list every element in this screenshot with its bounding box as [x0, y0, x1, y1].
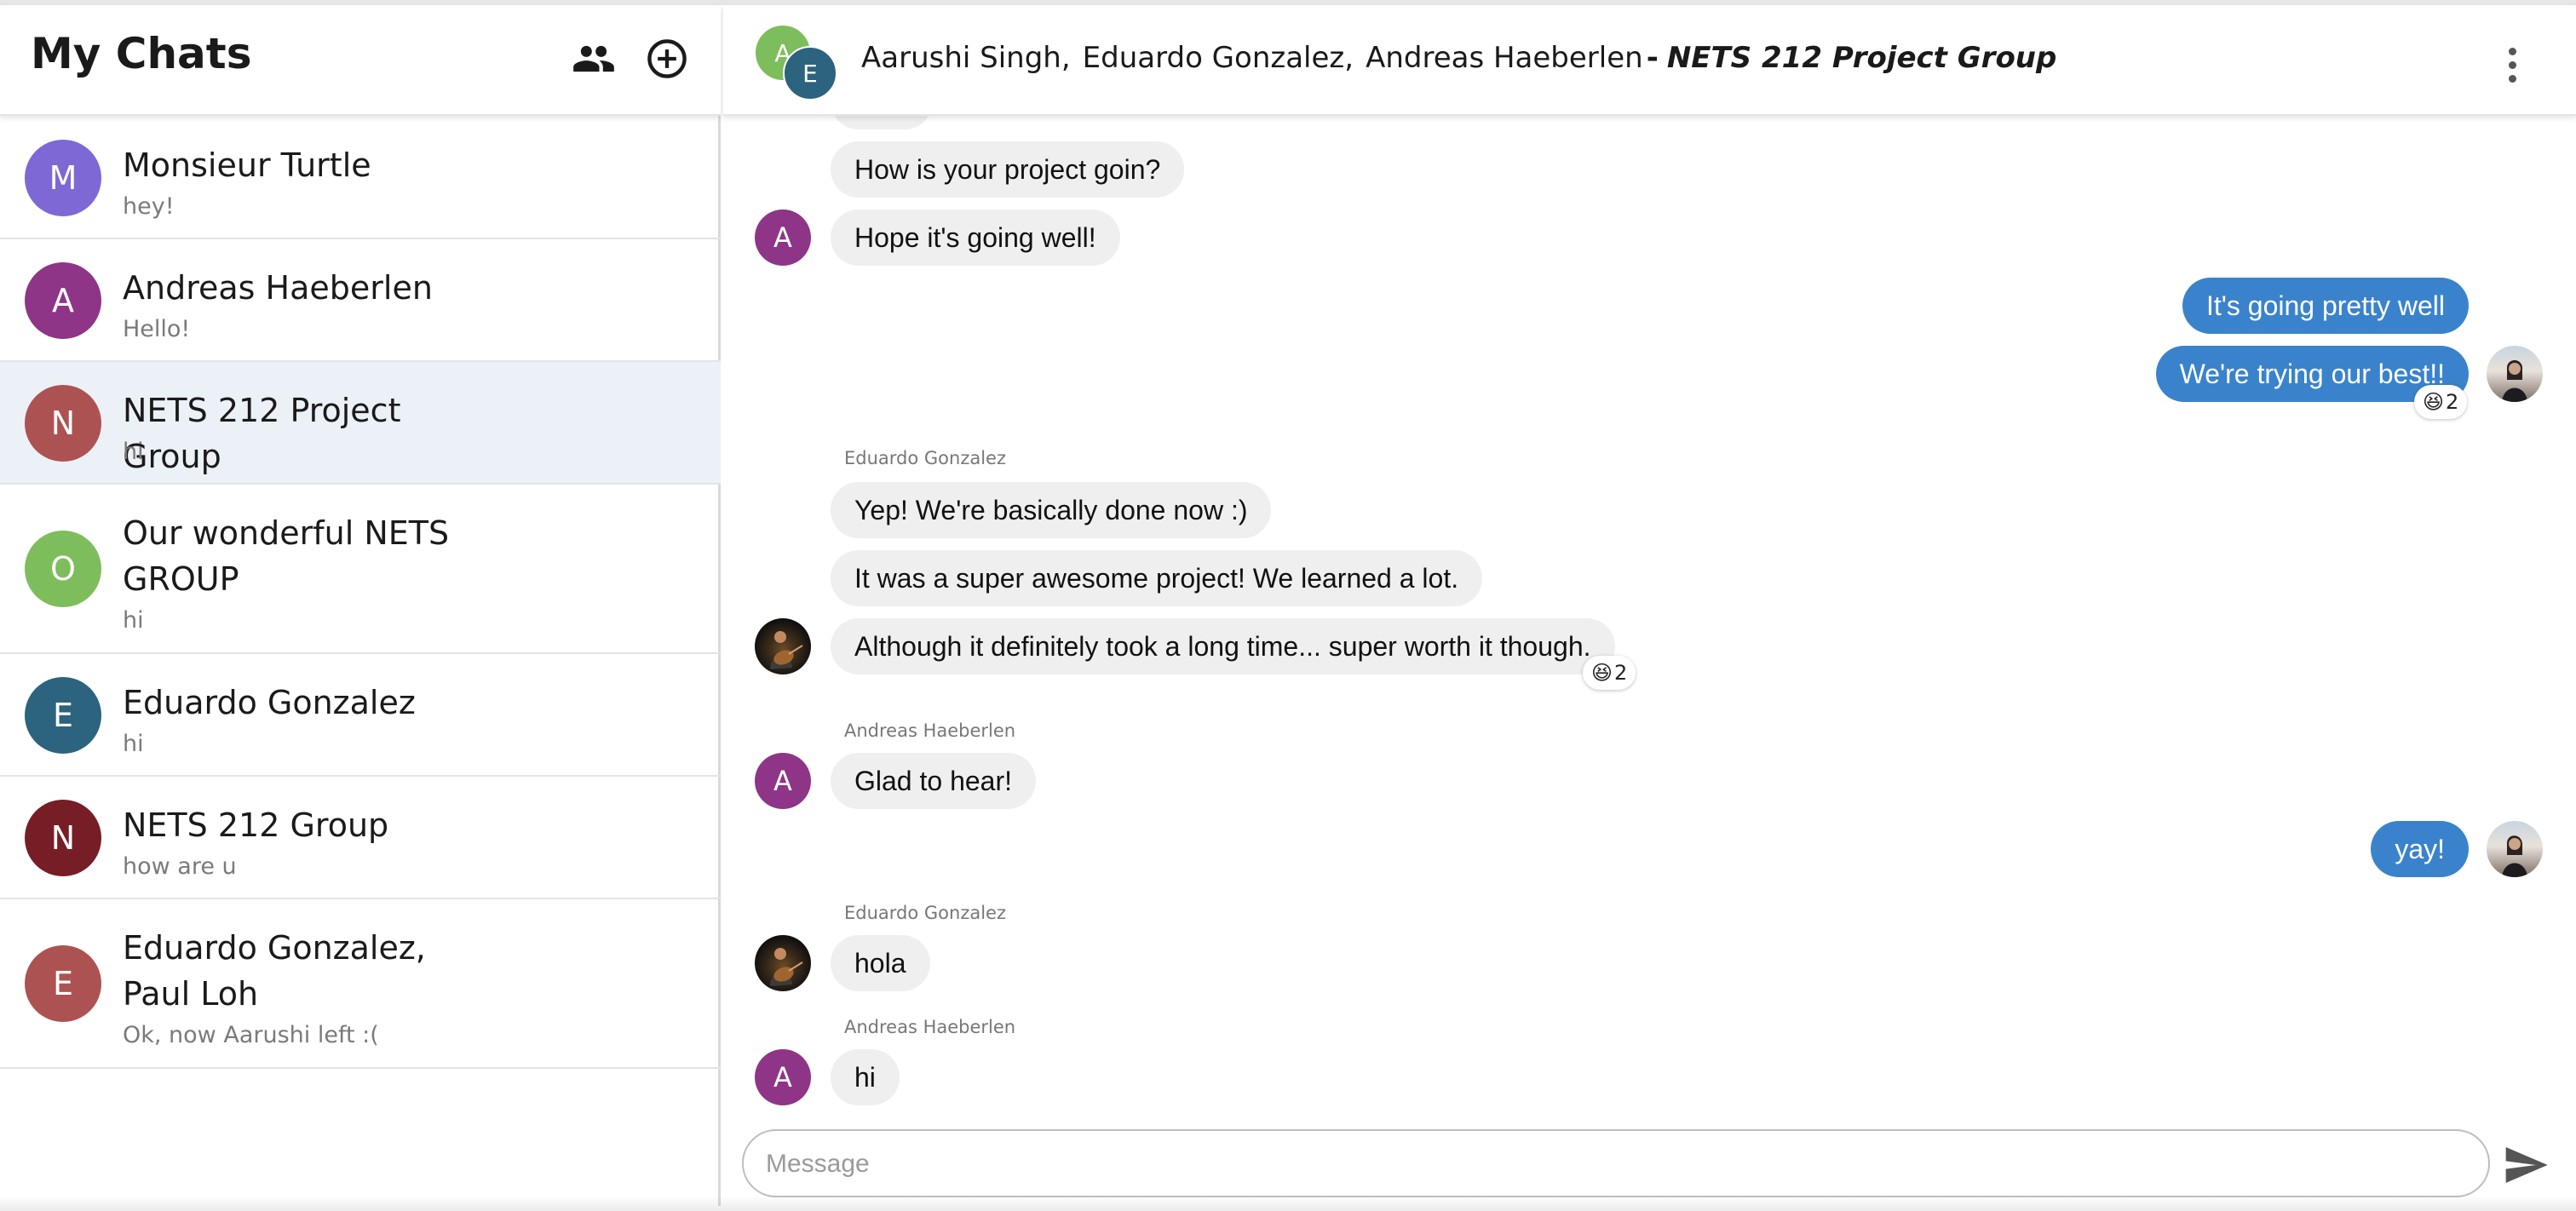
avatar: A: [755, 1049, 811, 1105]
sidebar-header: My Chats: [0, 5, 721, 116]
chat-item-eduardo-gonzalez[interactable]: E Eduardo Gonzalez hi: [0, 654, 721, 777]
message-bubble: hola: [831, 935, 930, 991]
chat-preview: hi: [123, 439, 144, 465]
people-icon[interactable]: [571, 36, 617, 82]
chat-name: Andreas Haeberlen: [123, 269, 433, 307]
chat-name: NETS 212 Group: [123, 806, 389, 844]
chat-preview: hey!: [123, 193, 175, 220]
message-bubble: Glad to hear!: [831, 753, 1036, 809]
reaction-badge[interactable]: 😆 2: [2414, 385, 2468, 419]
chat-preview: Hello!: [123, 316, 191, 342]
reaction-count: 2: [2446, 390, 2459, 414]
chat-item-monsieur-turtle[interactable]: M Monsieur Turtle hey!: [0, 117, 721, 239]
avatar: M: [25, 140, 101, 216]
sender-name: Eduardo Gonzalez: [844, 448, 1006, 468]
user-photo-avatar: [2487, 821, 2543, 877]
chat-preview: Ok, now Aarushi left :(: [123, 1022, 379, 1048]
chat-item-nets-212-project-group[interactable]: N NETS 212 Project Group hi: [0, 362, 721, 485]
message-bubble: Hope it's going well!: [831, 209, 1120, 266]
user-photo-avatar: [755, 618, 811, 674]
chat-item-nets-212-group[interactable]: N NETS 212 Group how are u: [0, 777, 721, 899]
user-photo-avatar: [2487, 346, 2543, 402]
reaction-badge[interactable]: 😆 2: [1583, 656, 1636, 690]
laughing-emoji-icon: 😆: [2423, 390, 2445, 414]
chat-preview: how are u: [123, 853, 237, 880]
avatar: N: [25, 800, 101, 876]
chat-item-andreas-haeberlen[interactable]: A Andreas Haeberlen Hello!: [0, 239, 721, 362]
sender-name: Andreas Haeberlen: [844, 1017, 1016, 1037]
message-input[interactable]: [766, 1143, 2461, 1185]
chat-members: Aarushi Singh, Eduardo Gonzalez, Andreas H…: [861, 41, 2056, 75]
group-name: NETS 212 Project Group: [1666, 41, 2057, 75]
send-icon[interactable]: [2502, 1141, 2550, 1189]
message-bubble: Although it definitely took a long time.…: [831, 618, 1615, 674]
chat-name: Monsieur Turtle: [123, 146, 371, 184]
message-composer: [742, 1129, 2490, 1197]
more-options-icon[interactable]: [2495, 39, 2529, 90]
avatar: N: [25, 385, 101, 462]
bottom-shadow: [0, 1196, 2576, 1211]
sender-name: Andreas Haeberlen: [844, 720, 1016, 741]
chat-name: Our wonderful NETS GROUP: [123, 514, 450, 598]
chat-name: NETS 212 Project Group: [123, 392, 401, 475]
avatar: E: [25, 945, 101, 1022]
chat-header: A E Aarushi Singh, Eduardo Gonzalez, Andre…: [723, 5, 2576, 116]
avatar: A: [25, 262, 101, 339]
avatar: A: [755, 209, 811, 266]
message-bubble: How is your project goin?: [831, 141, 1185, 198]
avatar: E: [25, 677, 101, 754]
chat-item-eduardo-gonzalez-paul-loh[interactable]: E Eduardo Gonzalez, Paul Loh Ok, now Aar…: [0, 899, 721, 1069]
member-name: Eduardo Gonzalez,: [1082, 41, 1354, 75]
group-avatar-e: E: [783, 46, 837, 100]
chat-item-our-wonderful-nets-group[interactable]: O Our wonderful NETS GROUP hi: [0, 485, 721, 654]
member-name: Aarushi Singh,: [861, 41, 1071, 75]
add-chat-icon[interactable]: [644, 36, 690, 82]
chat-name: Eduardo Gonzalez, Paul Loh: [123, 929, 426, 1013]
message-list: How is your project goin? A Hope it's go…: [723, 116, 2576, 1121]
reaction-count: 2: [1614, 661, 1628, 685]
chat-app: My Chats M Monsieur Turtle hey! A Andrea…: [0, 0, 2576, 1211]
user-photo-avatar: [755, 935, 811, 991]
message-bubble-outgoing: It's going pretty well: [2182, 278, 2469, 334]
chat-name: Eduardo Gonzalez: [123, 684, 416, 721]
avatar: O: [25, 531, 101, 607]
chat-preview: hi: [123, 607, 144, 634]
message-bubble: It was a super awesome project! We learn…: [831, 550, 1483, 606]
chat-sidebar: My Chats M Monsieur Turtle hey! A Andrea…: [0, 5, 721, 1206]
chat-preview: hi: [123, 731, 144, 757]
laughing-emoji-icon: 😆: [1591, 661, 1613, 685]
sender-name: Eduardo Gonzalez: [844, 903, 1006, 923]
chat-list: M Monsieur Turtle hey! A Andreas Haeberl…: [0, 117, 721, 1069]
message-bubble: hi: [831, 1049, 900, 1105]
message-bubble-outgoing: yay!: [2371, 821, 2469, 877]
avatar: A: [755, 753, 811, 809]
chat-main: A E Aarushi Singh, Eduardo Gonzalez, Andre…: [723, 5, 2576, 1211]
member-name: Andreas Haeberlen: [1366, 41, 1643, 75]
header-dash: -: [1646, 41, 1659, 75]
message-bubble-partial: [831, 116, 933, 129]
message-bubble: Yep! We're basically done now :): [831, 482, 1272, 538]
sidebar-title: My Chats: [31, 29, 252, 78]
